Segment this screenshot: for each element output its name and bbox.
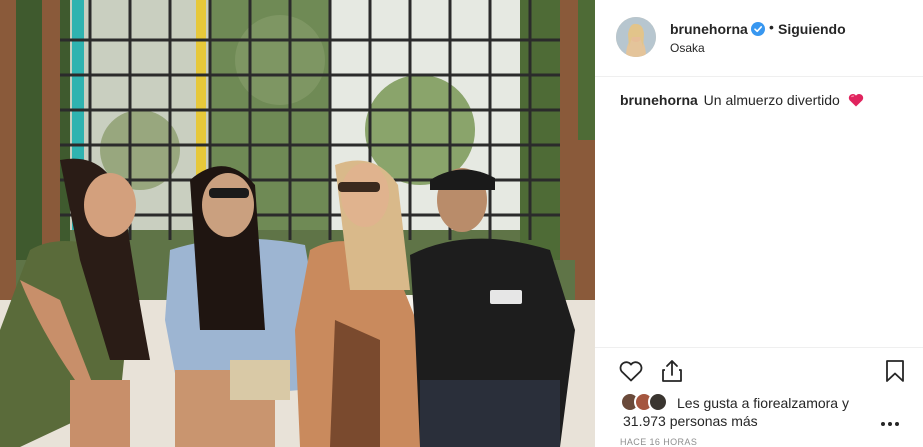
bookmark-icon[interactable] — [882, 358, 908, 384]
author-avatar[interactable] — [616, 17, 656, 57]
post-timestamp[interactable]: HACE 16 HORAS — [620, 437, 697, 447]
instagram-post: brunehorna • Siguiendo Osaka brunehorna … — [0, 0, 923, 447]
caption-username[interactable]: brunehorna — [620, 92, 698, 108]
post-actions — [595, 347, 923, 391]
likes-line: Les gusta a fiorealzamora y — [677, 395, 849, 411]
heart-icon[interactable] — [618, 358, 644, 384]
dot-icon — [881, 422, 885, 426]
author-username[interactable]: brunehorna — [670, 21, 748, 37]
post-location[interactable]: Osaka — [670, 41, 705, 55]
dot-icon — [895, 422, 899, 426]
dot-icon — [888, 422, 892, 426]
heart-emoji-icon — [848, 93, 863, 107]
likes-prefix: Les gusta a — [677, 395, 750, 411]
post-photo[interactable] — [0, 0, 595, 447]
caption-text: Un almuerzo divertido — [703, 92, 840, 108]
post-caption: brunehorna Un almuerzo divertido — [620, 92, 864, 108]
post-header: brunehorna • Siguiendo Osaka — [595, 0, 923, 77]
likes-summary: Les gusta a fiorealzamora y 31.973 perso… — [595, 392, 923, 432]
first-liker-link[interactable]: fiorealzamora — [753, 395, 838, 411]
share-icon[interactable] — [659, 358, 685, 384]
likes-conjunction: y — [842, 395, 849, 411]
post-sidebar: brunehorna • Siguiendo Osaka brunehorna … — [595, 0, 923, 447]
likes-count-link[interactable]: 31.973 personas más — [623, 413, 758, 429]
liker-avatars[interactable] — [620, 392, 672, 414]
following-button[interactable]: Siguiendo — [778, 21, 846, 37]
liker-avatar — [648, 392, 668, 412]
more-options-button[interactable] — [881, 422, 901, 428]
photo-illustration — [0, 0, 595, 447]
avatar-image — [616, 17, 656, 57]
header-separator: • — [769, 19, 774, 35]
verified-badge-icon — [751, 22, 765, 36]
